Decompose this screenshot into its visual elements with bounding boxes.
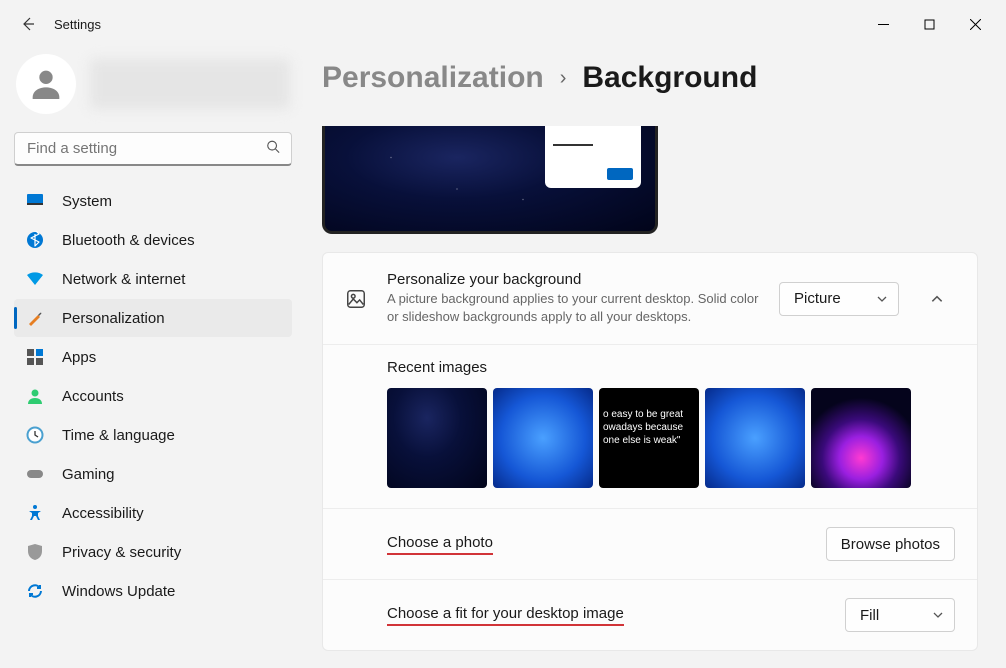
apps-icon — [26, 348, 44, 366]
preview-window-mockup — [545, 126, 641, 188]
close-window-button[interactable] — [952, 8, 998, 40]
nav-label: System — [62, 193, 112, 210]
chevron-up-icon — [930, 292, 944, 306]
minimize-icon — [878, 19, 889, 30]
nav-label: Personalization — [62, 310, 165, 327]
recent-image-thumb[interactable]: o easy to be great owadays because one e… — [599, 388, 699, 488]
nav-accounts[interactable]: Accounts — [14, 377, 292, 415]
avatar — [16, 54, 76, 114]
arrow-left-icon — [20, 16, 36, 32]
background-type-dropdown[interactable]: Picture — [779, 282, 899, 316]
nav-label: Time & language — [62, 427, 175, 444]
chevron-right-icon: › — [560, 67, 567, 90]
monitor-icon — [26, 192, 44, 210]
breadcrumb: Personalization › Background — [322, 48, 978, 108]
paint-icon — [26, 309, 44, 327]
search-field[interactable] — [14, 132, 292, 166]
fit-dropdown[interactable]: Fill — [845, 598, 955, 632]
choose-fit-label: Choose a fit for your desktop image — [387, 605, 624, 626]
search-input[interactable] — [14, 132, 292, 166]
nav-system[interactable]: System — [14, 182, 292, 220]
nav-label: Apps — [62, 349, 96, 366]
chevron-down-icon — [876, 293, 888, 305]
personalize-bg-desc: A picture background applies to your cur… — [387, 290, 759, 326]
maximize-icon — [924, 19, 935, 30]
chevron-down-icon — [932, 609, 944, 621]
nav-privacy[interactable]: Privacy & security — [14, 533, 292, 571]
nav-label: Bluetooth & devices — [62, 232, 195, 249]
nav-label: Windows Update — [62, 583, 175, 600]
nav-bluetooth[interactable]: Bluetooth & devices — [14, 221, 292, 259]
minimize-button[interactable] — [860, 8, 906, 40]
dropdown-value: Fill — [860, 607, 879, 624]
choose-photo-label: Choose a photo — [387, 534, 493, 555]
nav-personalization[interactable]: Personalization — [14, 299, 292, 337]
accessibility-icon — [26, 504, 44, 522]
breadcrumb-parent[interactable]: Personalization — [322, 61, 544, 95]
person-icon — [26, 387, 44, 405]
nav-gaming[interactable]: Gaming — [14, 455, 292, 493]
nav-windows-update[interactable]: Windows Update — [14, 572, 292, 610]
search-icon — [266, 140, 280, 159]
browse-photos-button[interactable]: Browse photos — [826, 527, 955, 561]
clock-icon — [26, 426, 44, 444]
image-icon — [345, 288, 367, 310]
nav-label: Gaming — [62, 466, 115, 483]
dropdown-value: Picture — [794, 290, 841, 307]
button-label: Browse photos — [841, 536, 940, 553]
desktop-preview — [322, 126, 658, 234]
personalize-bg-title: Personalize your background — [387, 271, 759, 288]
profile-info-redacted — [90, 59, 290, 109]
wifi-icon — [26, 270, 44, 288]
gamepad-icon — [26, 465, 44, 483]
bluetooth-icon — [26, 231, 44, 249]
nav-label: Privacy & security — [62, 544, 181, 561]
update-icon — [26, 582, 44, 600]
recent-images-label: Recent images — [387, 359, 955, 376]
nav-accessibility[interactable]: Accessibility — [14, 494, 292, 532]
nav-time-language[interactable]: Time & language — [14, 416, 292, 454]
nav-label: Network & internet — [62, 271, 185, 288]
nav-apps[interactable]: Apps — [14, 338, 292, 376]
back-button[interactable] — [8, 4, 48, 44]
expand-toggle[interactable] — [919, 282, 955, 316]
user-profile[interactable] — [14, 48, 292, 132]
recent-images-grid: o easy to be great owadays because one e… — [387, 388, 955, 488]
breadcrumb-current: Background — [582, 61, 757, 95]
recent-image-thumb[interactable] — [811, 388, 911, 488]
recent-image-thumb[interactable] — [493, 388, 593, 488]
close-icon — [970, 19, 981, 30]
nav-label: Accessibility — [62, 505, 144, 522]
nav-label: Accounts — [62, 388, 124, 405]
recent-image-thumb[interactable] — [705, 388, 805, 488]
nav-network[interactable]: Network & internet — [14, 260, 292, 298]
maximize-button[interactable] — [906, 8, 952, 40]
recent-image-thumb[interactable] — [387, 388, 487, 488]
shield-icon — [26, 543, 44, 561]
app-title: Settings — [54, 17, 101, 32]
